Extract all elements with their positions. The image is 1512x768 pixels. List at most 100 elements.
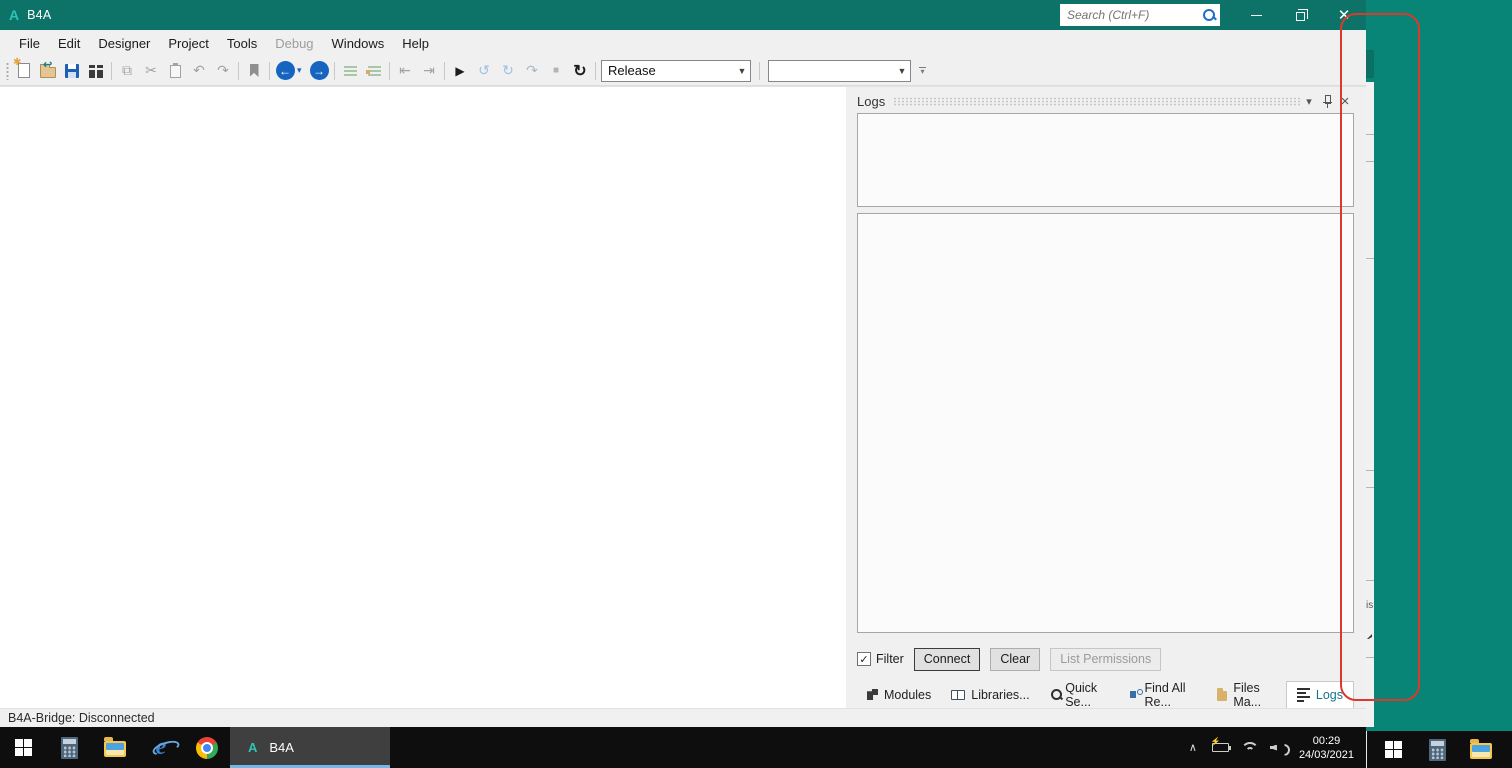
bookmark-button <box>242 59 266 83</box>
toolbar: ⧉ ✂ ↶ ↷ ← ▾ → ⇤ ⇥ ▶ ↺ ↻ ↷ ■ ↻ R <box>0 56 1366 86</box>
connect-button[interactable]: Connect <box>913 647 981 671</box>
toolbar-separator <box>444 61 445 80</box>
close-panel-button[interactable]: × <box>1336 93 1354 110</box>
close-button[interactable]: ✕ <box>1322 0 1366 30</box>
tab-modules[interactable]: Modules <box>857 681 941 708</box>
speaker-icon <box>1270 742 1284 754</box>
logs-buttons-row: ✓ Filter Connect Clear List Permissions <box>857 647 1354 671</box>
compile-button[interactable] <box>84 59 108 83</box>
module-select[interactable]: ▼ <box>768 59 911 82</box>
tab-label: Libraries... <box>971 687 1030 702</box>
explorer-button-second[interactable] <box>1463 739 1499 759</box>
windows-logo-icon <box>1384 741 1402 758</box>
filter-checkbox[interactable]: ✓ <box>857 652 871 666</box>
menu-windows[interactable]: Windows <box>323 32 394 55</box>
search-icon[interactable] <box>1202 8 1216 22</box>
internet-explorer-icon: e <box>155 734 167 760</box>
indent-icon: ⇥ <box>423 62 435 78</box>
drag-texture[interactable] <box>893 96 1300 106</box>
code-editor-area[interactable] <box>0 87 846 708</box>
cut-button: ✂ <box>139 59 163 83</box>
minimize-button[interactable] <box>1234 0 1278 30</box>
uncomment-icon <box>365 65 381 76</box>
menu-edit[interactable]: Edit <box>49 32 89 55</box>
sliver-mark <box>1366 161 1374 162</box>
run-button[interactable]: ▶ <box>448 59 472 83</box>
app-logo-icon: A <box>9 7 20 23</box>
clock-time: 00:29 <box>1312 734 1341 747</box>
save-button[interactable] <box>60 59 84 83</box>
modules-icon <box>867 689 878 700</box>
new-file-icon <box>13 57 30 78</box>
back-dropdown[interactable]: ▾ <box>297 65 307 76</box>
tab-libraries[interactable]: Libraries... <box>941 681 1039 708</box>
paste-button <box>163 59 187 83</box>
tab-logs[interactable]: Logs <box>1285 681 1354 708</box>
filter-label[interactable]: Filter <box>876 652 904 666</box>
open-project-button[interactable] <box>36 58 60 83</box>
tab-label: Quick Se... <box>1065 680 1098 709</box>
start-button[interactable] <box>0 727 46 768</box>
pin-panel-button[interactable] <box>1318 94 1336 108</box>
build-configuration-select[interactable]: Release ▼ <box>601 59 751 82</box>
step-into-button: ↺ <box>472 59 496 83</box>
windows-logo-icon <box>14 739 32 756</box>
toolbar-separator <box>269 61 270 80</box>
new-project-button[interactable] <box>12 57 36 83</box>
step-rotate-icon: ↻ <box>502 62 514 78</box>
tray-overflow-button[interactable]: ∧ <box>1181 736 1205 760</box>
menu-file[interactable]: File <box>10 32 49 55</box>
log-output-box[interactable] <box>857 213 1354 633</box>
device-info-box[interactable] <box>857 113 1354 207</box>
toolbar-separator <box>389 61 390 80</box>
volume-button[interactable] <box>1265 736 1289 760</box>
search-box[interactable] <box>1060 4 1220 26</box>
undo-button: ↶ <box>187 59 211 83</box>
outdent-icon: ⇤ <box>399 62 411 78</box>
step-rotate-button: ↻ <box>496 59 520 83</box>
battery-button[interactable] <box>1209 736 1233 760</box>
chevron-down-icon: ▼ <box>737 65 747 76</box>
undo-icon: ↶ <box>193 62 205 78</box>
stop-icon: ■ <box>552 65 560 76</box>
taskbar-b4a-app-button[interactable]: A B4A <box>230 727 390 768</box>
calculator-button-second[interactable] <box>1419 738 1455 761</box>
navigate-forward-button[interactable]: → <box>307 59 331 83</box>
tab-files-manager[interactable]: Files Ma... <box>1207 681 1286 709</box>
taskbar-chrome-button[interactable] <box>184 727 230 768</box>
start-button-second[interactable] <box>1375 741 1411 758</box>
toolbar-grip[interactable] <box>4 61 10 80</box>
sliver-mark <box>1366 258 1374 259</box>
taskbar-ie-button[interactable]: e <box>138 727 184 768</box>
taskbar-explorer-button[interactable] <box>92 727 138 768</box>
redo-button: ↷ <box>211 59 235 83</box>
logs-panel-header[interactable]: Logs ▾ × <box>857 89 1354 113</box>
list-permissions-button: List Permissions <box>1050 647 1162 671</box>
network-button[interactable] <box>1237 736 1261 760</box>
search-input[interactable] <box>1067 8 1202 22</box>
taskbar-clock[interactable]: 00:29 24/03/2021 <box>1293 734 1360 762</box>
taskbar-calculator-button[interactable] <box>46 727 92 768</box>
navigate-back-button[interactable]: ← <box>273 59 297 83</box>
toolbar-separator <box>595 61 596 80</box>
menu-project[interactable]: Project <box>159 32 217 55</box>
clock-date: 24/03/2021 <box>1298 748 1354 761</box>
file-explorer-icon <box>104 737 126 757</box>
menu-tools[interactable]: Tools <box>218 32 266 55</box>
menu-designer[interactable]: Designer <box>89 32 159 55</box>
toolbar-separator <box>334 61 335 80</box>
step-over-button: ↷ <box>520 59 544 83</box>
b4a-logo-icon: A <box>248 740 258 755</box>
open-folder-icon <box>40 58 56 78</box>
screen: A B4A ✕ File Edit Designer Project Tools… <box>0 0 1512 768</box>
menu-help[interactable]: Help <box>393 32 438 55</box>
panel-menu-button[interactable]: ▾ <box>1300 95 1318 108</box>
find-references-icon <box>1130 689 1144 700</box>
restart-button[interactable]: ↻ <box>568 59 592 83</box>
toolbar-overflow-button[interactable]: ▾ <box>919 67 926 76</box>
wifi-icon <box>1241 742 1257 753</box>
tab-find-all-references[interactable]: Find All Re... <box>1120 681 1207 709</box>
restore-button[interactable] <box>1278 0 1322 30</box>
tab-quick-search[interactable]: Quick Se... <box>1040 680 1121 709</box>
clear-button[interactable]: Clear <box>990 647 1041 671</box>
